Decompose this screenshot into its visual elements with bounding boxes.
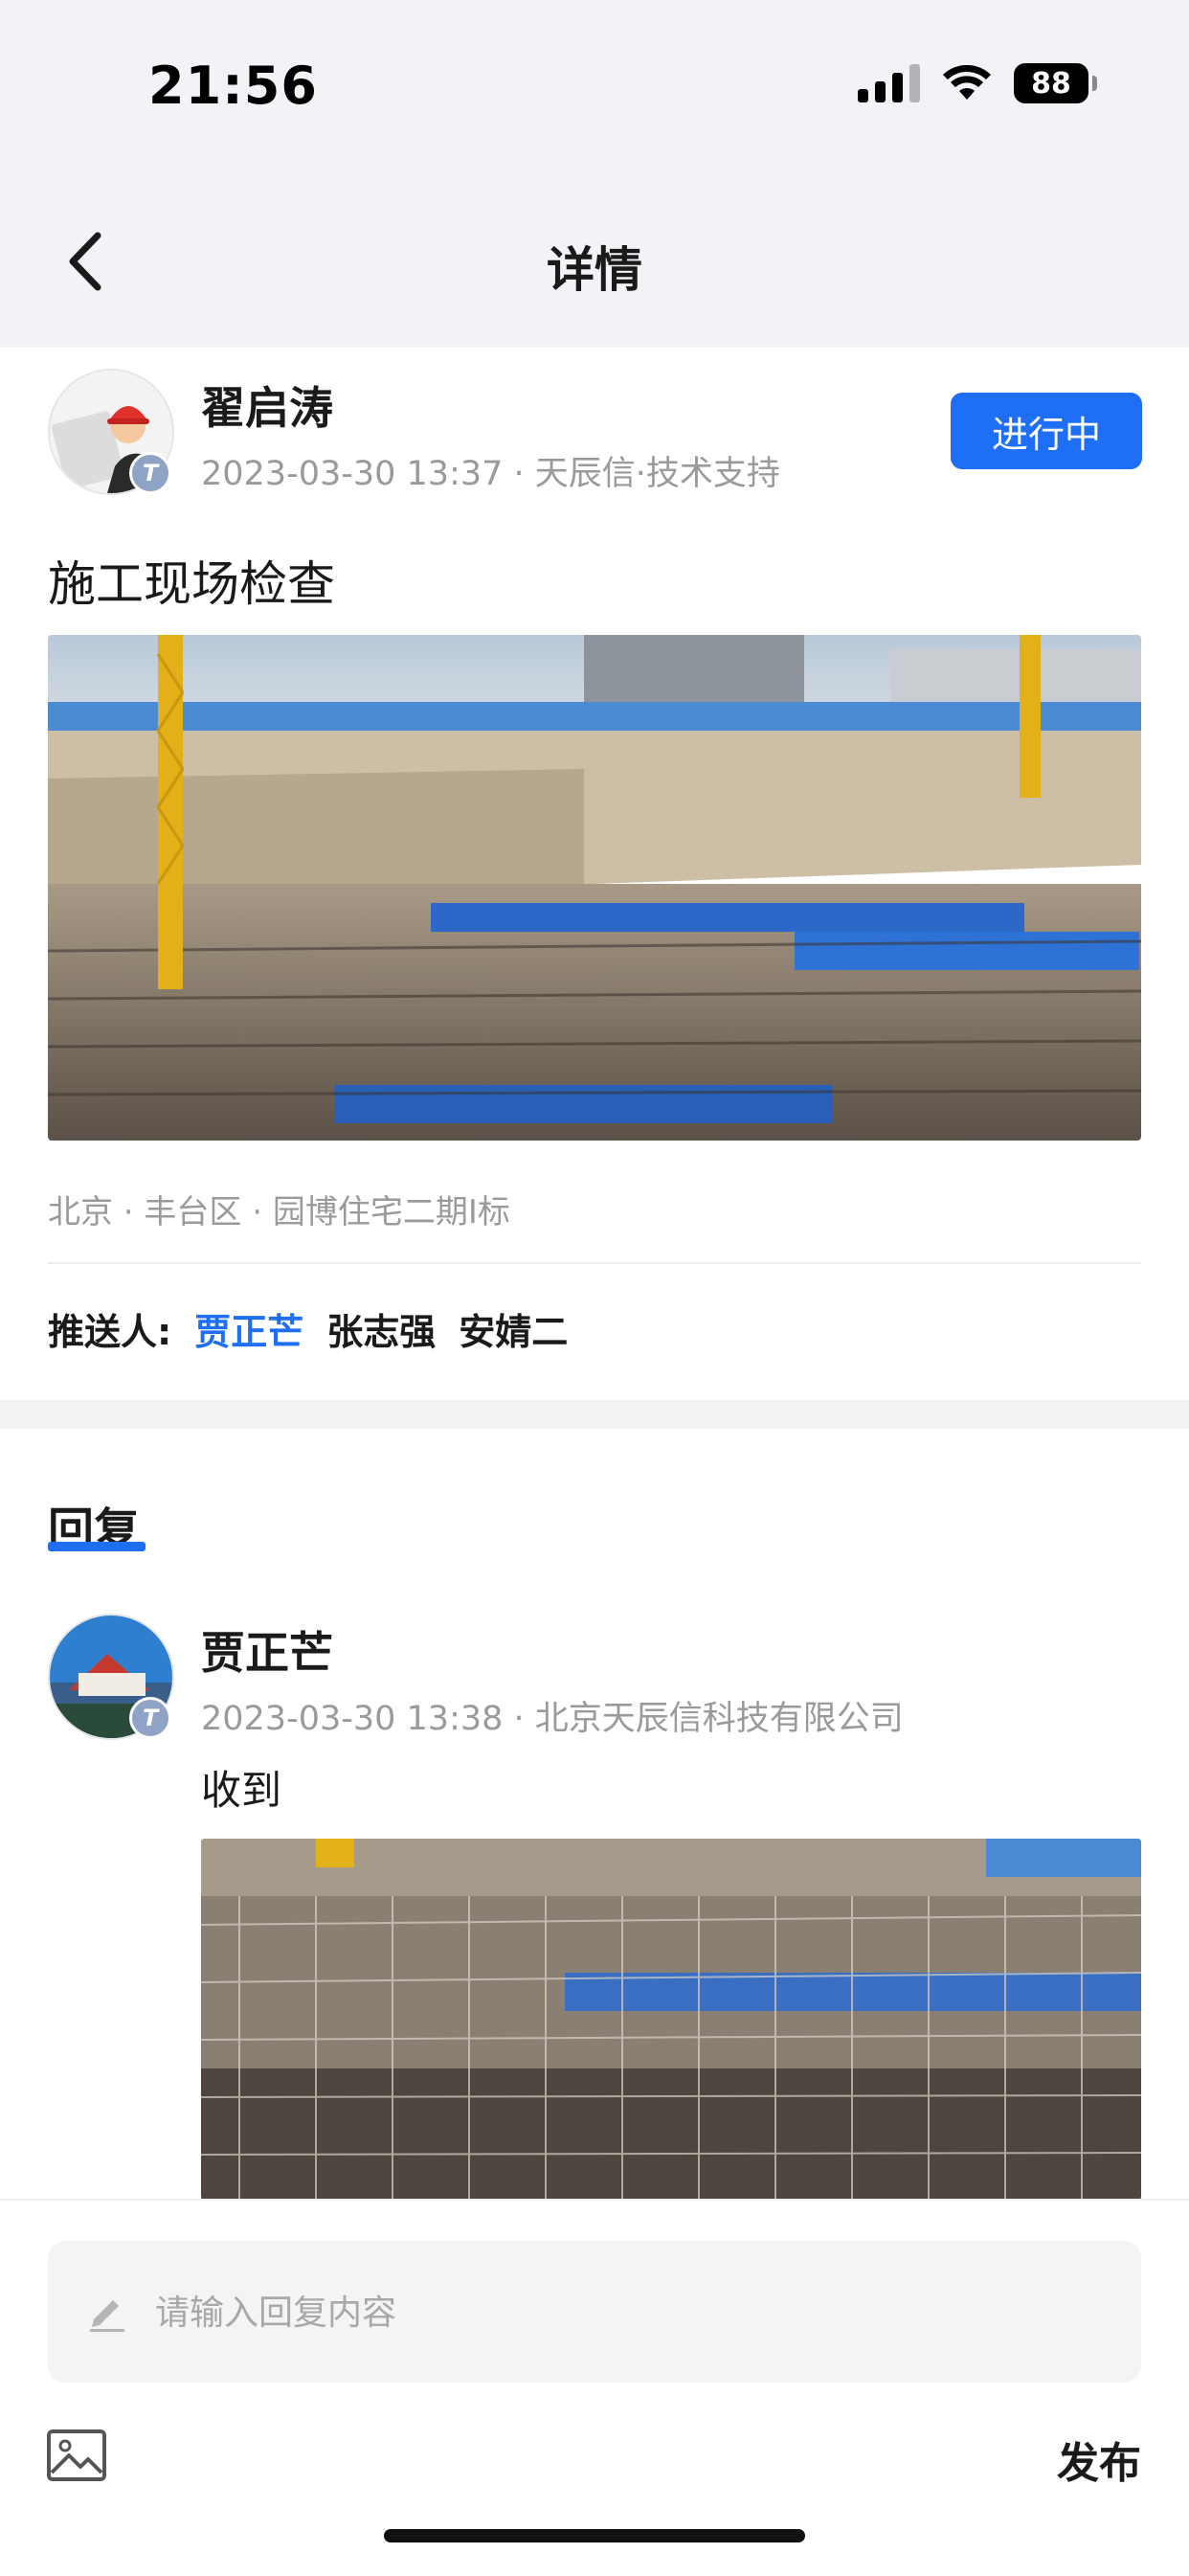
recipients-row: 推送人: 贾正芒 张志强 安婧二	[48, 1302, 568, 1355]
image-picker-icon[interactable]	[46, 2429, 107, 2482]
wifi-icon	[943, 65, 991, 100]
section-separator	[0, 1400, 1189, 1429]
cellular-signal-icon	[858, 64, 920, 102]
pencil-icon	[90, 2300, 124, 2332]
status-time: 21:56	[148, 56, 318, 116]
top-bar: 21:56 88 详情	[0, 0, 1189, 348]
status-icons: 88	[858, 63, 1097, 103]
battery-icon: 88	[1014, 63, 1097, 103]
reply-photo[interactable]	[201, 1839, 1141, 2201]
publish-button[interactable]: 发布	[1057, 2429, 1141, 2490]
reply-text: 收到	[201, 1767, 282, 1814]
status-badge[interactable]: 进行中	[951, 393, 1142, 469]
construction-scaffold-image	[201, 1839, 1141, 2201]
reply-author-name: 贾正芒	[201, 1627, 333, 1679]
post-meta: 2023-03-30 13:37 · 天辰信·技术支持	[201, 455, 780, 493]
recipients-label: 推送人:	[48, 1311, 172, 1353]
replies-heading-underline	[48, 1542, 146, 1551]
recipient-name[interactable]: 安婧二	[459, 1302, 568, 1355]
reply-author-role-badge: T	[129, 1697, 171, 1739]
author-name: 翟启涛	[201, 382, 333, 434]
author-role-badge: T	[129, 452, 171, 494]
divider	[48, 1262, 1141, 1264]
post-title: 施工现场检查	[48, 556, 335, 612]
site-photo[interactable]	[48, 635, 1141, 1141]
construction-site-image	[48, 635, 1141, 1141]
reply-meta: 2023-03-30 13:38 · 北京天辰信科技有限公司	[201, 1700, 904, 1738]
recipient-name[interactable]: 贾正芒	[194, 1302, 303, 1355]
post-location: 北京 · 丰台区 · 园博住宅二期I标	[48, 1193, 510, 1232]
recipient-name[interactable]: 张志强	[326, 1302, 436, 1355]
reply-input-box[interactable]	[48, 2241, 1141, 2383]
reply-input[interactable]	[153, 2279, 1095, 2346]
reply-composer: 发布	[0, 2199, 1189, 2576]
page-title: 详情	[547, 242, 642, 298]
home-indicator	[384, 2529, 805, 2542]
